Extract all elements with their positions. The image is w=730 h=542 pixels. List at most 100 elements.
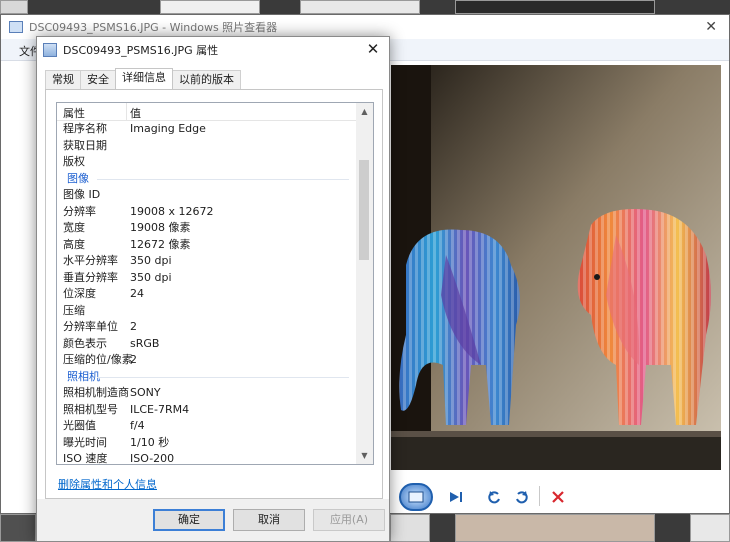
section-divider	[97, 376, 349, 378]
background-thumbnail	[300, 0, 420, 14]
dialog-title: DSC09493_PSMS16.JPG 属性	[63, 44, 219, 57]
property-value: Imaging Edge	[130, 122, 206, 135]
property-row[interactable]: 照相机制造商 SONY	[57, 385, 357, 402]
property-value: 350 dpi	[130, 254, 172, 267]
rotate-right-icon[interactable]	[511, 486, 533, 508]
property-name: 照相机型号	[63, 402, 118, 416]
background-thumbnail	[690, 514, 730, 542]
property-name: 照相机制造商	[63, 386, 129, 399]
property-name: ISO 速度	[63, 452, 108, 465]
list-section-header: 图像	[57, 171, 357, 188]
app-icon	[9, 21, 23, 33]
property-row[interactable]: 高度 12672 像素	[57, 237, 357, 254]
file-icon	[43, 43, 57, 57]
dialog-footer: 确定 取消 应用(A)	[37, 499, 389, 541]
details-panel: 属性 值 程序名称 Imaging Edge 获取日期版权图像图像 ID 分辨率 190…	[45, 89, 383, 499]
cancel-button[interactable]: 取消	[233, 509, 305, 531]
toolbar-divider	[539, 486, 540, 506]
property-row[interactable]: 程序名称 Imaging Edge	[57, 121, 357, 138]
column-header-property[interactable]: 属性	[63, 105, 85, 121]
property-name: 颜色表示	[63, 336, 107, 350]
section-label: 图像	[67, 171, 89, 185]
property-row[interactable]: 垂直分辨率 350 dpi	[57, 270, 357, 287]
section-label: 照相机	[67, 369, 100, 383]
property-value: 2	[130, 353, 137, 366]
list-section-header: 照相机	[57, 369, 357, 386]
property-name: 压缩的位/像素	[63, 353, 133, 366]
property-row[interactable]: 图像 ID	[57, 187, 357, 204]
property-name: 获取日期	[63, 138, 107, 152]
property-value: ILCE-7RM4	[130, 402, 190, 416]
property-row[interactable]: 曝光时间 1/10 秒	[57, 435, 357, 452]
property-row[interactable]: 压缩的位/像素 2	[57, 352, 357, 369]
property-name: 水平分辨率	[63, 254, 118, 267]
vertical-scrollbar[interactable]: ▲ ▼	[356, 103, 373, 464]
apply-button[interactable]: 应用(A)	[313, 509, 385, 531]
property-row[interactable]: 照相机型号 ILCE-7RM4	[57, 402, 357, 419]
rotate-left-icon[interactable]	[483, 486, 505, 508]
property-name: 版权	[63, 155, 85, 168]
next-icon[interactable]	[443, 486, 469, 508]
scroll-up-icon[interactable]: ▲	[356, 103, 373, 120]
column-divider[interactable]	[126, 103, 127, 121]
tab-general[interactable]: 常规	[45, 70, 81, 89]
property-row[interactable]: 宽度 19008 像素	[57, 220, 357, 237]
tab-strip: 常规 安全 详细信息 以前的版本	[45, 68, 241, 90]
photo-elephants	[391, 65, 721, 470]
viewer-title: DSC09493_PSMS16.JPG - Windows 照片查看器	[29, 21, 278, 34]
property-row[interactable]: 分辨率单位 2	[57, 319, 357, 336]
property-row[interactable]: 颜色表示 sRGB	[57, 336, 357, 353]
list-header: 属性 值	[57, 103, 357, 121]
property-row[interactable]: 版权	[57, 154, 357, 171]
remove-properties-link[interactable]: 删除属性和个人信息	[58, 476, 157, 492]
property-name: 程序名称	[63, 122, 107, 135]
property-name: 宽度	[63, 221, 85, 234]
property-value: f/4	[130, 419, 145, 432]
property-row[interactable]: ISO 速度 ISO-200	[57, 451, 357, 465]
list-rows: 程序名称 Imaging Edge 获取日期版权图像图像 ID 分辨率 19008 x …	[57, 121, 357, 465]
close-icon[interactable]: ✕	[705, 19, 717, 35]
property-name: 分辨率单位	[63, 320, 118, 333]
viewer-toolbar	[391, 481, 721, 513]
ok-button[interactable]: 确定	[153, 509, 225, 531]
property-value: 19008 像素	[130, 221, 191, 234]
property-row[interactable]: 光圈值 f/4	[57, 418, 357, 435]
tab-previous-versions[interactable]: 以前的版本	[172, 70, 241, 89]
property-value: 2	[130, 320, 137, 333]
background-thumbnail	[390, 514, 430, 542]
background-thumbnail	[455, 514, 655, 542]
column-header-value[interactable]: 值	[130, 105, 141, 121]
property-name: 高度	[63, 237, 85, 251]
slideshow-icon[interactable]	[399, 483, 433, 511]
property-row[interactable]: 分辨率 19008 x 12672	[57, 204, 357, 221]
property-row[interactable]: 获取日期	[57, 138, 357, 155]
photo-area	[391, 65, 721, 470]
property-value: 12672 像素	[130, 237, 191, 251]
property-name: 图像 ID	[63, 188, 101, 201]
property-value: SONY	[130, 386, 161, 399]
background-thumbnail	[455, 0, 655, 14]
property-row[interactable]: 压缩	[57, 303, 357, 320]
tab-security[interactable]: 安全	[80, 70, 116, 89]
property-value: 350 dpi	[130, 270, 172, 284]
tab-details[interactable]: 详细信息	[115, 68, 173, 89]
property-row[interactable]: 水平分辨率 350 dpi	[57, 253, 357, 270]
property-value: sRGB	[130, 336, 160, 350]
property-value: 24	[130, 287, 144, 300]
properties-dialog: DSC09493_PSMS16.JPG 属性 ✕ 常规 安全 详细信息 以前的版…	[36, 36, 390, 542]
property-name: 分辨率	[63, 204, 96, 218]
property-row[interactable]: 位深度 24	[57, 286, 357, 303]
property-name: 光圈值	[63, 419, 96, 432]
scroll-down-icon[interactable]: ▼	[356, 447, 373, 464]
property-name: 垂直分辨率	[63, 270, 118, 284]
property-value: 19008 x 12672	[130, 204, 214, 218]
background-thumbnail	[0, 0, 28, 14]
property-value: ISO-200	[130, 452, 175, 465]
background-thumbnail	[160, 0, 260, 14]
property-list[interactable]: 属性 值 程序名称 Imaging Edge 获取日期版权图像图像 ID 分辨率 190…	[56, 102, 374, 465]
section-divider	[97, 178, 349, 180]
close-icon[interactable]: ✕	[365, 40, 381, 58]
property-name: 位深度	[63, 287, 96, 300]
delete-icon[interactable]	[547, 486, 569, 508]
scrollbar-thumb[interactable]	[359, 160, 369, 260]
